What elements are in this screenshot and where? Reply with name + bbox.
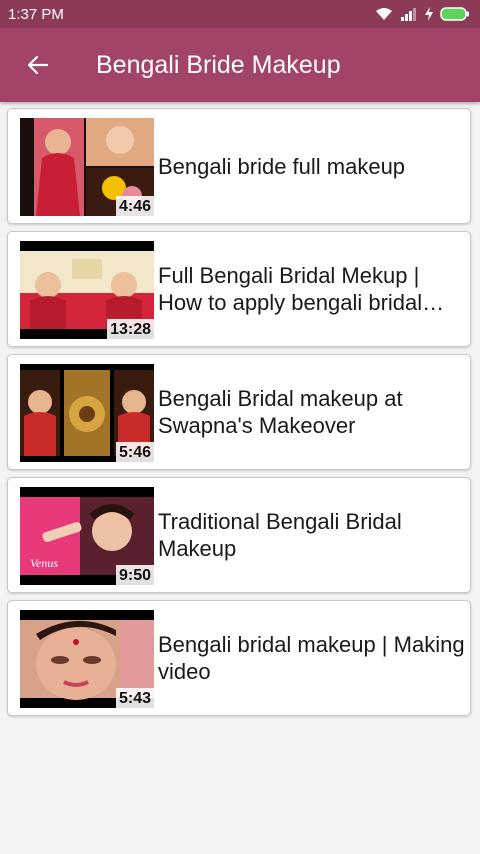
status-time: 1:37 PM (8, 5, 64, 23)
video-card[interactable]: 5:46 Bengali Bridal makeup at Swapna's M… (7, 354, 471, 470)
video-card[interactable]: 5:43 Bengali bridal makeup | Making vide… (7, 600, 471, 716)
app-bar: Bengali Bride Makeup (0, 28, 480, 102)
charging-icon (425, 7, 433, 21)
video-card[interactable]: 13:28 Full Bengali Bridal Mekup | How to… (7, 231, 471, 347)
video-thumbnail[interactable]: 4:46 (20, 118, 154, 216)
video-duration: 4:46 (115, 196, 154, 216)
video-duration: 9:50 (115, 565, 154, 585)
video-duration: 5:43 (115, 688, 154, 708)
svg-text:Venus: Venus (30, 556, 58, 570)
video-thumbnail[interactable]: Venus 9:50 (20, 487, 154, 585)
signal-icon (401, 8, 416, 21)
video-title[interactable]: Traditional Bengali Bridal Makeup (158, 478, 468, 592)
video-title[interactable]: Bengali Bridal makeup at Swapna's Makeov… (158, 355, 468, 469)
video-duration: 5:46 (115, 442, 154, 462)
video-thumbnail[interactable]: 13:28 (20, 241, 154, 339)
video-card[interactable]: 4:46 Bengali bride full makeup (7, 108, 471, 224)
video-title[interactable]: Bengali bridal makeup | Making video (158, 601, 468, 715)
video-title[interactable]: Full Bengali Bridal Mekup | How to apply… (158, 232, 468, 346)
video-thumbnail[interactable]: 5:43 (20, 610, 154, 708)
battery-icon (440, 7, 469, 21)
video-duration: 13:28 (107, 319, 154, 339)
video-title[interactable]: Bengali bride full makeup (158, 109, 468, 223)
back-button[interactable] (14, 41, 62, 89)
page-title: Bengali Bride Makeup (96, 50, 341, 79)
status-icons (375, 7, 470, 21)
status-bar: 1:37 PM (0, 0, 480, 28)
video-thumbnail[interactable]: 5:46 (20, 364, 154, 462)
video-card[interactable]: Venus 9:50 Traditional Bengali Bridal Ma… (7, 477, 471, 593)
arrow-left-icon (27, 55, 49, 75)
wifi-icon (376, 8, 392, 20)
